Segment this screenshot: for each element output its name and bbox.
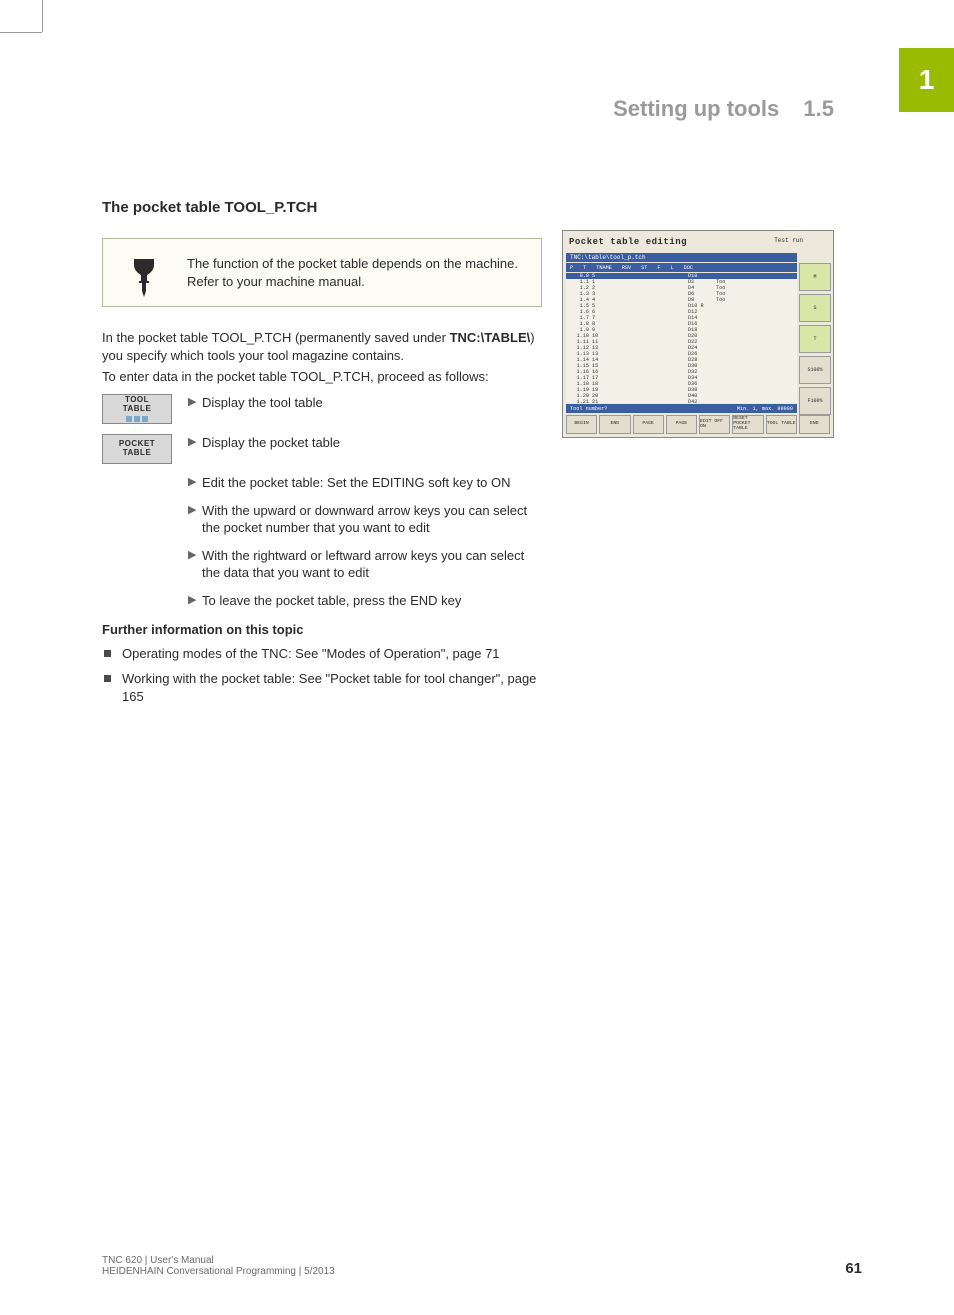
tool-table-softkey-label: TOOL TABLE	[123, 396, 152, 414]
screenshot-figure: Pocket table editing Test run TNC:\table…	[562, 230, 834, 438]
step-row: ▶ With the rightward or leftward arrow k…	[102, 547, 542, 582]
figure-column-header: F	[657, 265, 660, 271]
figure-softkey[interactable]: TOOL TABLE	[766, 415, 797, 434]
intro-paragraph: In the pocket table TOOL_P.TCH (permanen…	[102, 329, 542, 364]
figure-mode: Test run	[774, 237, 803, 244]
running-header-title: Setting up tools	[613, 96, 779, 121]
table-cell: 21	[592, 399, 610, 403]
figure-side-button[interactable]: S	[799, 294, 831, 322]
figure-softkey[interactable]: EDIT OFF ON	[699, 415, 730, 434]
table-cell: D42	[688, 399, 716, 403]
footer-line2: HEIDENHAIN Conversational Programming | …	[102, 1266, 335, 1277]
tool-table-softkey[interactable]: TOOL TABLE	[102, 394, 172, 424]
figure-side-button[interactable]: M	[799, 263, 831, 291]
figure-column-header: L	[671, 265, 674, 271]
table-row[interactable]: 1.2121 D42	[566, 399, 797, 403]
step-row: ▶ To leave the pocket table, press the E…	[102, 592, 542, 610]
pocket-table-softkey-label: POCKET TABLE	[119, 440, 155, 458]
pocket-table-softkey[interactable]: POCKET TABLE	[102, 434, 172, 464]
figure-prompt: Tool number?	[570, 406, 607, 412]
chapter-tab: 1	[899, 48, 954, 112]
step-arrow-icon: ▶	[188, 547, 202, 582]
further-info-heading: Further information on this topic	[102, 621, 542, 639]
figure-side-button[interactable]: S100%	[799, 356, 831, 384]
figure-softkey[interactable]: END	[599, 415, 630, 434]
figure-path-bar: TNC:\table\tool_p.tch	[566, 253, 797, 262]
step-arrow-icon: ▶	[188, 434, 202, 464]
figure-range: Min. 1, max. 99999	[737, 406, 793, 412]
step-row: TOOL TABLE ▶ Display the tool table	[102, 394, 542, 424]
figure-softkey[interactable]: END	[799, 415, 830, 434]
list-item: Operating modes of the TNC: See "Modes o…	[102, 645, 542, 663]
machine-manual-callout: The function of the pocket table depends…	[102, 238, 542, 307]
figure-side-panel: MST S100% F100%	[799, 263, 831, 413]
table-cell: 1.21	[566, 399, 592, 403]
page: 1 Setting up tools 1.5 The pocket table …	[0, 0, 954, 1315]
running-header: Setting up tools 1.5	[613, 96, 834, 122]
intro-text-bold: TNC:\TABLE\	[450, 330, 531, 345]
crop-mark-horizontal	[0, 32, 42, 33]
step-text: To leave the pocket table, press the END…	[202, 592, 542, 610]
step-text: Edit the pocket table: Set the EDITING s…	[202, 474, 542, 492]
crop-mark-vertical	[42, 0, 43, 32]
step-row: ▶ Edit the pocket table: Set the EDITING…	[102, 474, 542, 492]
step-text: With the upward or downward arrow keys y…	[202, 502, 542, 537]
step-arrow-icon: ▶	[188, 502, 202, 537]
intro-line2: To enter data in the pocket table TOOL_P…	[102, 368, 542, 386]
figure-title: Pocket table editing	[569, 237, 687, 247]
page-number: 61	[845, 1260, 862, 1277]
running-header-number: 1.5	[803, 96, 834, 121]
figure-column-header: TNAME	[596, 265, 612, 271]
step-text: With the rightward or leftward arrow key…	[202, 547, 542, 582]
figure-column-header: RSV	[622, 265, 631, 271]
figure-status-bar: Tool number? Min. 1, max. 99999	[566, 404, 797, 413]
table-cell: Too	[716, 297, 764, 303]
intro-text-a: In the pocket table TOOL_P.TCH (permanen…	[102, 330, 450, 345]
step-arrow-icon: ▶	[188, 474, 202, 492]
machine-manual-icon	[129, 257, 159, 302]
figure-softkey[interactable]: RESET POCKET TABLE	[732, 415, 763, 434]
callout-text: The function of the pocket table depends…	[187, 255, 525, 290]
section-heading: The pocket table TOOL_P.TCH	[102, 198, 542, 218]
figure-column-header: T	[583, 265, 586, 271]
further-info-list: Operating modes of the TNC: See "Modes o…	[102, 645, 542, 706]
figure-column-header: P	[570, 265, 573, 271]
list-item: Working with the pocket table: See "Pock…	[102, 670, 542, 705]
step-arrow-icon: ▶	[188, 394, 202, 424]
figure-softkey[interactable]: PAGE	[633, 415, 664, 434]
body-column: The pocket table TOOL_P.TCH The function…	[102, 198, 542, 713]
step-text: Display the pocket table	[202, 434, 542, 464]
step-text: Display the tool table	[202, 394, 542, 424]
figure-column-header: ST	[641, 265, 647, 271]
figure-softkey-row: BEGINENDPAGEPAGEEDIT OFF ONRESET POCKET …	[566, 415, 830, 434]
figure-softkey[interactable]: PAGE	[666, 415, 697, 434]
figure-softkey[interactable]: BEGIN	[566, 415, 597, 434]
figure-header-row: P T TNAME RSV ST F L DOC	[566, 263, 797, 272]
figure-side-button[interactable]: F100%	[799, 387, 831, 415]
softkey-mini-icons	[126, 416, 148, 422]
figure-data-grid: 0.05D101.11D2Too1.22D4Too1.33D6Too1.44D8…	[566, 273, 797, 403]
footer-line1: TNC 620 | User's Manual	[102, 1255, 335, 1266]
figure-side-button[interactable]: T	[799, 325, 831, 353]
step-row: POCKET TABLE ▶ Display the pocket table	[102, 434, 542, 464]
step-arrow-icon: ▶	[188, 592, 202, 610]
step-row: ▶ With the upward or downward arrow keys…	[102, 502, 542, 537]
steps-list: TOOL TABLE ▶ Display the tool table POCK…	[102, 394, 542, 609]
page-footer: TNC 620 | User's Manual HEIDENHAIN Conve…	[102, 1255, 862, 1277]
figure-column-header: DOC	[684, 265, 693, 271]
footer-text: TNC 620 | User's Manual HEIDENHAIN Conve…	[102, 1255, 335, 1277]
